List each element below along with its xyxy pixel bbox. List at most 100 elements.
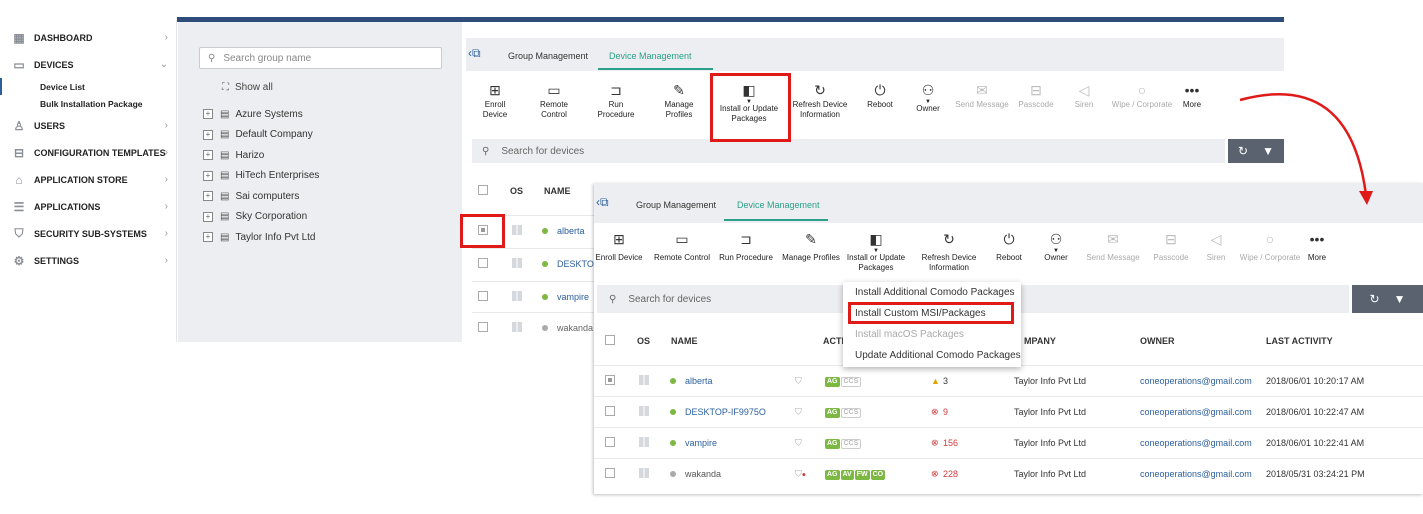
expand-icon[interactable]: + xyxy=(203,232,213,243)
group-item[interactable]: + ▤ HiTech Enterprises xyxy=(203,166,319,187)
remote-control-button[interactable]: ▭ Remote Control xyxy=(652,229,712,263)
passcode-button[interactable]: ⊟ Passcode xyxy=(1016,80,1056,110)
reboot-button[interactable]: ⏻ Reboot xyxy=(991,229,1027,263)
row-checkbox[interactable] xyxy=(478,290,488,301)
row-checkbox[interactable] xyxy=(605,437,615,447)
table-row[interactable]: vampire ⛉ AG CCS ⊗ 156 Taylor Info Pvt Lt… xyxy=(594,427,1423,458)
nav-dashboard[interactable]: ▦ DASHBOARD › xyxy=(0,24,176,51)
reboot-button[interactable]: ⏻ Reboot xyxy=(862,80,898,110)
col-os[interactable]: OS xyxy=(510,186,523,196)
badge-ag: AG xyxy=(825,408,840,418)
expand-icon[interactable]: + xyxy=(203,170,213,181)
group-item[interactable]: + ▤ Taylor Info Pvt Ltd xyxy=(203,227,319,248)
run-procedure-button[interactable]: ⊐ Run Procedure xyxy=(590,80,642,120)
device-name-link[interactable]: alberta xyxy=(557,226,585,236)
group-search-input[interactable]: ⚲ Search group name xyxy=(199,47,442,69)
wipe-corporate-button[interactable]: ○ Wipe / Corporate xyxy=(1110,80,1174,110)
col-name[interactable]: NAME xyxy=(544,186,571,196)
passcode-button[interactable]: ⊟ Passcode xyxy=(1150,229,1192,263)
nav-bulk-installation[interactable]: Bulk Installation Package xyxy=(0,95,176,112)
owner-email-link[interactable]: coneoperations@gmail.com xyxy=(1140,376,1252,386)
owner-email-link[interactable]: coneoperations@gmail.com xyxy=(1140,438,1252,448)
tab-group-management[interactable]: Group Management xyxy=(508,51,588,61)
more-button[interactable]: ••• More xyxy=(1178,80,1206,110)
monitor-icon: ▭ xyxy=(675,231,689,247)
nav-security-sub-systems[interactable]: ⛉ SECURITY SUB-SYSTEMS › xyxy=(0,220,176,247)
col-company[interactable]: MPANY xyxy=(1024,336,1056,346)
run-procedure-button[interactable]: ⊐ Run Procedure xyxy=(717,229,775,263)
nav-applications[interactable]: ☰ APPLICATIONS › xyxy=(0,193,176,220)
row-checkbox[interactable] xyxy=(605,406,615,416)
group-item[interactable]: + ▤ Sky Corporation xyxy=(203,207,319,228)
tab-device-management[interactable]: Device Management xyxy=(737,200,820,210)
nav-configuration-templates[interactable]: ⊟ CONFIGURATION TEMPLATES › xyxy=(0,139,176,166)
tab-group-management[interactable]: Group Management xyxy=(636,200,716,210)
refresh-device-button[interactable]: ↻ Refresh Device Information xyxy=(790,80,850,120)
send-message-button[interactable]: ✉ Send Message xyxy=(954,80,1010,110)
group-item[interactable]: + ▤ Azure Systems xyxy=(203,104,319,125)
group-item[interactable]: + ▤ Default Company xyxy=(203,125,319,146)
nav-users[interactable]: ♙ USERS › xyxy=(0,112,176,139)
show-all-link[interactable]: ⛶ Show all xyxy=(222,82,273,93)
expand-icon[interactable]: + xyxy=(203,191,213,202)
refresh-device-button[interactable]: ↻ Refresh Device Information xyxy=(916,229,982,273)
menu-update-additional-comodo[interactable]: Update Additional Comodo Packages xyxy=(855,350,1021,361)
install-update-packages-button[interactable]: ◧ ▼ Install or Update Packages xyxy=(844,229,908,273)
col-active-components[interactable]: ACTI xyxy=(823,336,844,346)
owner-email-link[interactable]: coneoperations@gmail.com xyxy=(1140,469,1252,479)
wipe-corporate-button[interactable]: ○ Wipe / Corporate xyxy=(1237,229,1303,263)
menu-install-macos[interactable]: Install macOS Packages xyxy=(855,329,964,340)
row-checkbox[interactable] xyxy=(605,468,615,478)
expand-icon[interactable]: + xyxy=(203,211,213,222)
table-row[interactable]: wakanda ⛉● AG AV FW CO ⊗ 228 Taylor Info Pv… xyxy=(594,458,1423,489)
group-item[interactable]: + ▤ Sai computers xyxy=(203,186,319,207)
tree-toggle-icon[interactable]: ‹⧉ xyxy=(596,195,609,210)
windows-icon xyxy=(512,224,522,235)
owner-email-link[interactable]: coneoperations@gmail.com xyxy=(1140,407,1252,417)
send-message-button[interactable]: ✉ Send Message xyxy=(1082,229,1144,263)
col-os[interactable]: OS xyxy=(637,336,650,346)
enroll-device-button[interactable]: ⊞ Enroll Device xyxy=(472,80,518,120)
row-checkbox[interactable] xyxy=(605,375,615,385)
col-name[interactable]: NAME xyxy=(671,336,698,346)
expand-icon[interactable]: + xyxy=(203,129,213,140)
select-all-checkbox[interactable] xyxy=(605,335,615,345)
table-row[interactable]: alberta ⛉ AG CCS ▲ 3 Taylor Info Pvt Ltd … xyxy=(594,365,1423,396)
col-last-activity[interactable]: LAST ACTIVITY xyxy=(1266,336,1333,346)
enroll-device-button[interactable]: ⊞ Enroll Device xyxy=(594,229,644,263)
filter-icon[interactable]: ▼ xyxy=(1394,292,1406,306)
nav-application-store[interactable]: ⌂ APPLICATION STORE › xyxy=(0,166,176,193)
device-name-link[interactable]: DESKTOP-IF9975O xyxy=(685,407,766,417)
group-item[interactable]: + ▤ Harizo xyxy=(203,145,319,166)
remote-control-button[interactable]: ▭ Remote Control xyxy=(526,80,582,120)
manage-profiles-button[interactable]: ✎ Manage Profiles xyxy=(651,80,707,120)
owner-button[interactable]: ⚇ ▼ Owner xyxy=(910,80,946,114)
menu-install-additional-comodo[interactable]: Install Additional Comodo Packages xyxy=(855,287,1015,298)
expand-icon[interactable]: + xyxy=(203,109,213,120)
more-button[interactable]: ••• More xyxy=(1302,229,1332,263)
device-name-link[interactable]: wakanda xyxy=(557,323,593,333)
tab-device-management[interactable]: Device Management xyxy=(609,51,692,61)
device-name-link[interactable]: vampire xyxy=(685,438,717,448)
tab-bar xyxy=(466,38,1284,71)
nav-settings[interactable]: ⚙ SETTINGS › xyxy=(0,247,176,274)
owner-button[interactable]: ⚇ ▼ Owner xyxy=(1038,229,1074,263)
nav-devices[interactable]: ▭ DEVICES ⌄ xyxy=(0,51,176,78)
device-name-link[interactable]: wakanda xyxy=(685,469,721,479)
device-search-input[interactable]: ⚲ Search for devices xyxy=(472,139,1225,163)
siren-button[interactable]: ◁ Siren xyxy=(1066,80,1102,110)
siren-button[interactable]: ◁ Siren xyxy=(1198,229,1234,263)
expand-icon[interactable]: + xyxy=(203,150,213,161)
row-checkbox[interactable] xyxy=(478,321,488,332)
device-name-link[interactable]: vampire xyxy=(557,292,589,302)
device-name-link[interactable]: alberta xyxy=(685,376,713,386)
tree-toggle-icon[interactable]: ‹⧉ xyxy=(468,46,481,61)
row-checkbox[interactable] xyxy=(478,257,488,268)
manage-profiles-button[interactable]: ✎ Manage Profiles xyxy=(780,229,842,263)
nav-device-list[interactable]: Device List xyxy=(0,78,176,95)
highlight-row-checkbox xyxy=(460,214,505,248)
table-row[interactable]: DESKTOP-IF9975O ⛉ AG CCS ⊗ 9 Taylor Info … xyxy=(594,396,1423,427)
refresh-icon[interactable]: ↻ xyxy=(1370,292,1380,306)
select-all-checkbox[interactable] xyxy=(478,184,488,195)
col-owner[interactable]: OWNER xyxy=(1140,336,1175,346)
